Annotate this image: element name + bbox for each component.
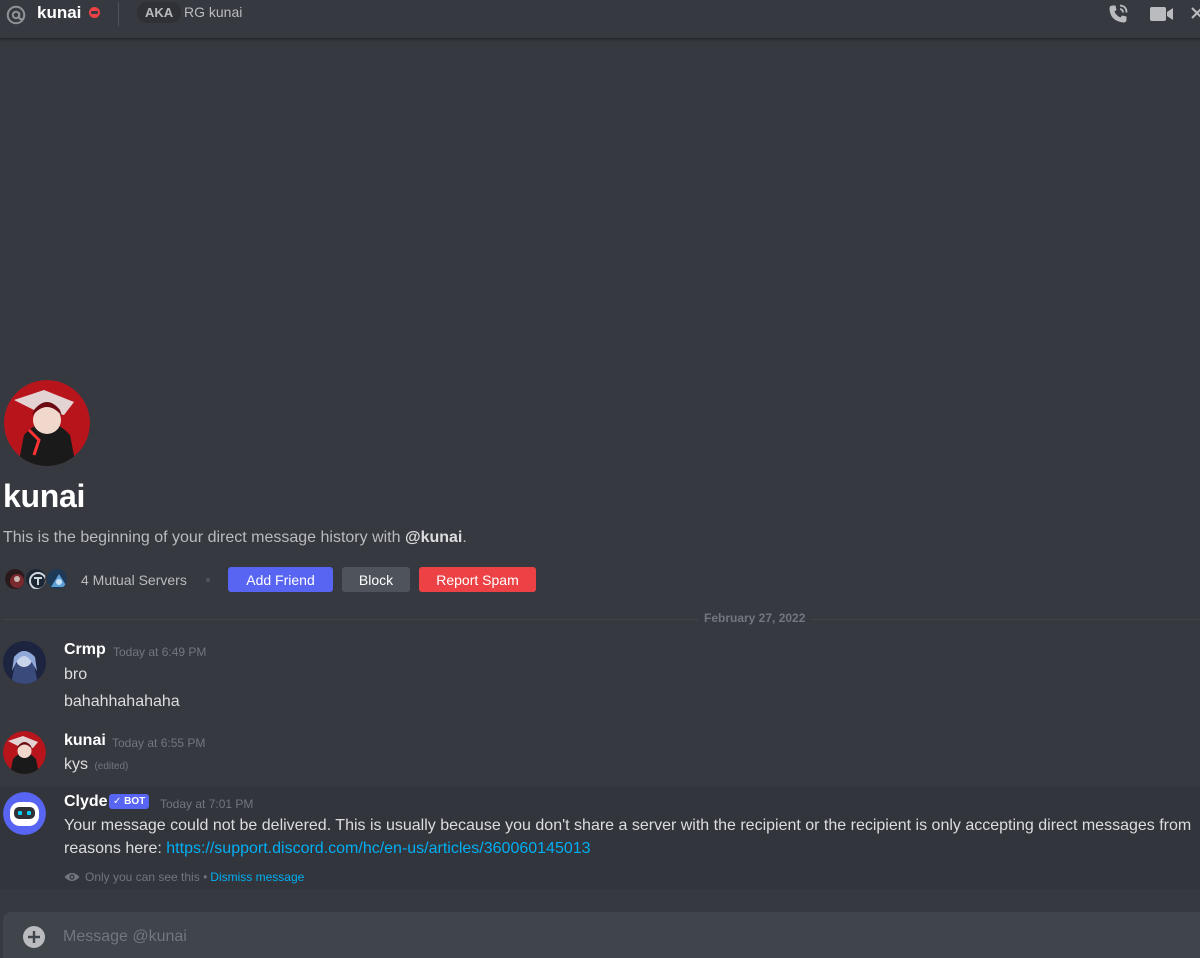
- date-divider: February 27, 2022: [698, 611, 812, 625]
- aka-name: RG kunai: [184, 4, 243, 20]
- message-content: reasons here: https://support.discord.co…: [64, 840, 591, 857]
- mutual-servers-icons[interactable]: [3, 567, 75, 593]
- block-button[interactable]: Block: [342, 567, 410, 592]
- avatar[interactable]: [3, 641, 46, 684]
- bot-tag: ✓ BOT: [109, 794, 150, 809]
- message-timestamp: Today at 7:01 PM: [160, 797, 254, 811]
- date-divider-line: [3, 619, 1200, 620]
- mutual-server-avatar: [45, 567, 69, 591]
- phone-call-icon[interactable]: [1106, 2, 1130, 26]
- message-content: Your message could not be delivered. Thi…: [64, 817, 1192, 834]
- channel-header: kunai AKA RG kunai: [0, 0, 1200, 39]
- message-author[interactable]: Crmp: [64, 641, 106, 659]
- message-timestamp: Today at 6:49 PM: [113, 645, 207, 659]
- mutual-servers-link[interactable]: 4 Mutual Servers: [81, 572, 187, 588]
- at-icon: [6, 5, 26, 25]
- message-composer: [3, 912, 1200, 958]
- header-username: kunai: [37, 3, 82, 22]
- message-timestamp: Today at 6:55 PM: [112, 736, 206, 750]
- message-input[interactable]: [63, 926, 1063, 948]
- message-content: bahahhahahaha: [64, 693, 180, 710]
- eye-icon: [64, 873, 80, 881]
- avatar[interactable]: [3, 731, 46, 774]
- message-author[interactable]: kunai: [64, 732, 106, 750]
- report-spam-button[interactable]: Report Spam: [419, 567, 536, 592]
- message-content: bro: [64, 666, 88, 683]
- profile-name: kunai: [3, 478, 86, 514]
- intro-description: This is the beginning of your direct mes…: [3, 529, 467, 546]
- header-divider: [118, 2, 119, 26]
- message-content: kys (edited): [64, 756, 129, 773]
- message-author[interactable]: Clyde: [64, 793, 108, 811]
- separator-dot: [206, 578, 210, 582]
- dismiss-message-link[interactable]: Dismiss message: [210, 870, 304, 884]
- edited-label: (edited): [94, 761, 129, 772]
- dnd-status-icon: [89, 7, 100, 18]
- clyde-avatar[interactable]: [3, 792, 46, 835]
- close-icon[interactable]: [1190, 4, 1200, 22]
- add-attachment-icon[interactable]: [22, 925, 46, 949]
- add-friend-button[interactable]: Add Friend: [228, 567, 333, 592]
- aka-badge: AKA: [137, 2, 182, 23]
- only-you-notice: Only you can see this • Dismiss message: [64, 870, 304, 884]
- user-mention[interactable]: @kunai: [405, 529, 462, 546]
- profile-avatar[interactable]: [4, 380, 90, 466]
- video-call-icon[interactable]: [1149, 2, 1175, 26]
- support-link[interactable]: https://support.discord.com/hc/en-us/art…: [166, 840, 590, 857]
